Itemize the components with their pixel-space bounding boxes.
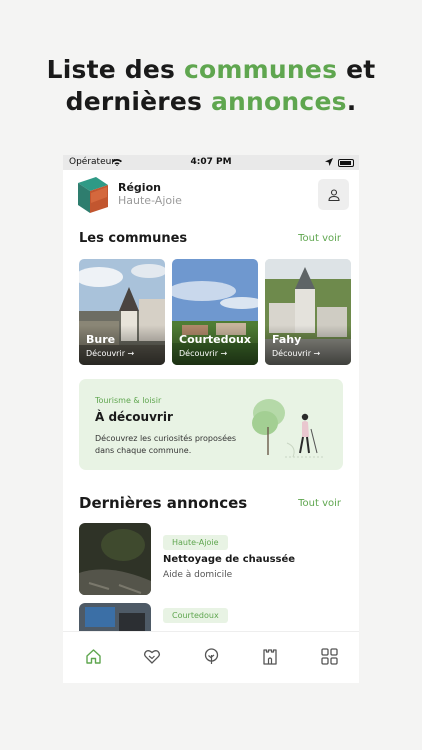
- announcement-item[interactable]: Haute-Ajoie Nettoyage de chaussée Aide à…: [79, 523, 349, 595]
- tab-more[interactable]: [319, 646, 339, 666]
- home-icon: [85, 648, 101, 664]
- commune-card-courtedoux[interactable]: Courtedoux Découvrir →: [172, 259, 258, 365]
- commune-tag: Courtedoux: [163, 608, 228, 623]
- commune-card-fahy[interactable]: Fahy Découvrir →: [265, 259, 351, 365]
- handshake-icon: [143, 649, 161, 664]
- promo-description: Découvrez les curiosités proposées dans …: [95, 434, 237, 455]
- tourism-promo-card[interactable]: Tourisme & loisir À découvrir Découvrez …: [79, 379, 343, 470]
- region-logo: [78, 177, 108, 213]
- hiker-illustration: [252, 399, 325, 458]
- commune-name: Bure: [86, 333, 116, 346]
- discover-link[interactable]: Découvrir →: [86, 349, 134, 358]
- communes-section-header: Les communes Tout voir: [79, 231, 341, 246]
- tab-home[interactable]: [83, 646, 103, 666]
- app-header: Région Haute-Ajoie: [63, 175, 359, 215]
- section-title: Les communes: [79, 231, 188, 246]
- section-title: Dernières annonces: [79, 494, 248, 512]
- annonces-section-header: Dernières annonces Tout voir: [79, 494, 341, 512]
- user-icon: [327, 188, 340, 201]
- grid-icon: [320, 647, 338, 665]
- announcement-subtitle: Aide à domicile: [163, 570, 233, 580]
- promo-title: À découvrir: [95, 410, 173, 424]
- region-label: Région: [118, 181, 161, 194]
- tab-nature[interactable]: [201, 646, 221, 666]
- headline-text: Liste des: [46, 55, 185, 84]
- region-name: Haute-Ajoie: [118, 194, 182, 207]
- headline-accent: annonces: [210, 87, 347, 116]
- communes-see-all-link[interactable]: Tout voir: [298, 233, 341, 244]
- phone-screen: Opérateur 4:07 PM Région Haute-Ajoie Les…: [63, 155, 359, 683]
- headline-accent: communes: [184, 55, 338, 84]
- annonces-see-all-link[interactable]: Tout voir: [298, 498, 341, 509]
- headline: Liste des communes et dernières annonces…: [0, 54, 422, 118]
- tab-bar: [63, 631, 359, 683]
- tab-heritage[interactable]: [260, 646, 280, 666]
- commune-card-bure[interactable]: Bure Découvrir →: [79, 259, 165, 365]
- discover-link[interactable]: Découvrir →: [272, 349, 320, 358]
- location-arrow-icon: [325, 158, 333, 166]
- announcement-title: Nettoyage de chaussée: [163, 554, 296, 565]
- commune-name: Fahy: [272, 333, 302, 346]
- profile-button[interactable]: [318, 179, 349, 210]
- headline-text: dernières: [65, 87, 211, 116]
- communes-carousel[interactable]: Bure Découvrir → Courtedoux Découvrir →: [79, 259, 359, 365]
- commune-name: Courtedoux: [179, 333, 251, 346]
- status-bar: Opérateur 4:07 PM: [63, 155, 359, 170]
- headline-text: et: [337, 55, 376, 84]
- castle-icon: [263, 648, 277, 665]
- commune-tag: Haute-Ajoie: [163, 535, 228, 550]
- promo-category: Tourisme & loisir: [95, 396, 162, 405]
- discover-link[interactable]: Découvrir →: [179, 349, 227, 358]
- clock: 4:07 PM: [190, 157, 232, 167]
- announcement-photo: [79, 523, 151, 595]
- tree-icon: [204, 647, 218, 664]
- battery-icon: [338, 159, 354, 167]
- tab-services[interactable]: [142, 646, 162, 666]
- headline-text: .: [346, 87, 357, 116]
